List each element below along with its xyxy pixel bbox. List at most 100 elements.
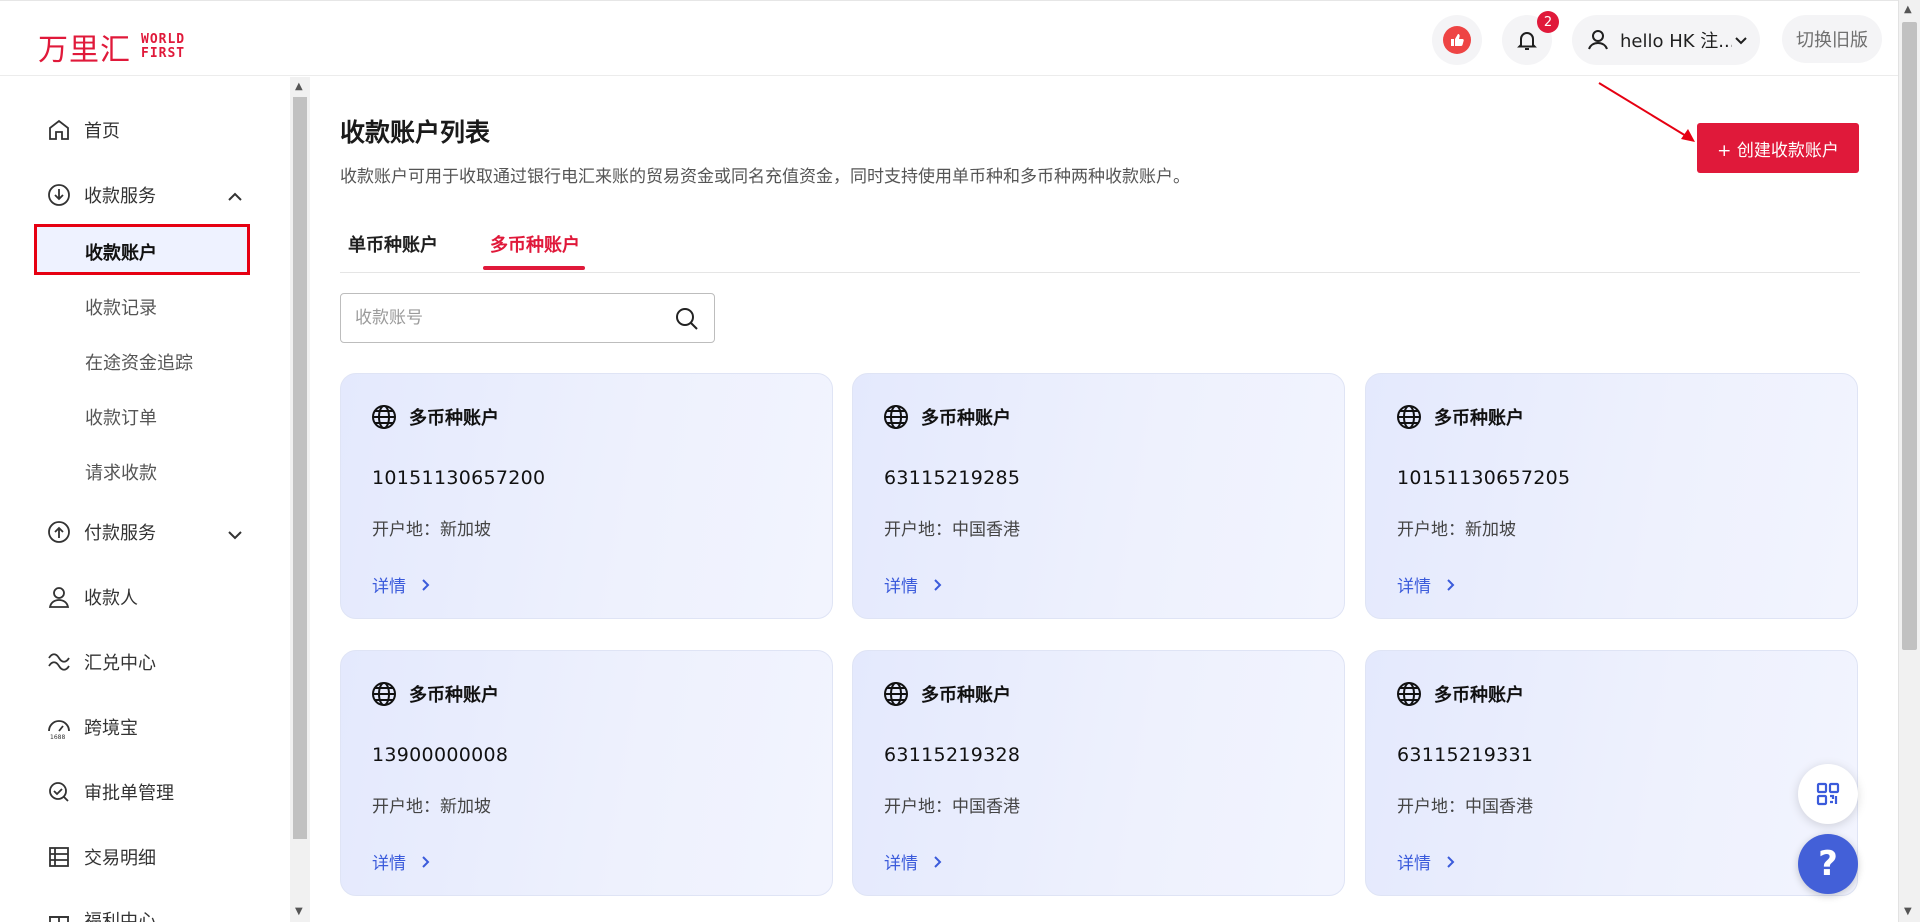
account-search bbox=[340, 293, 715, 343]
feedback-button[interactable] bbox=[1432, 15, 1482, 65]
account-type-tabs: 单币种账户 多币种账户 bbox=[340, 219, 1860, 273]
page-title: 收款账户列表 bbox=[340, 118, 491, 147]
scroll-down-icon[interactable]: ▼ bbox=[1904, 906, 1912, 917]
tab-multi-currency[interactable]: 多币种账户 bbox=[490, 231, 580, 257]
chevron-right-icon bbox=[422, 855, 430, 868]
account-location: 开户地：中国香港 bbox=[1397, 797, 1533, 817]
sidebar-item-transactions[interactable]: 交易明细 bbox=[46, 844, 156, 870]
account-card[interactable]: 多币种账户 63115219331 开户地：中国香港 详情 bbox=[1365, 650, 1858, 896]
sidebar-scroll-thumb[interactable] bbox=[293, 97, 307, 839]
logo-cn-text: 万里汇 bbox=[38, 33, 131, 68]
sidebar-item-request-payment[interactable]: 请求收款 bbox=[85, 459, 157, 485]
account-number: 13900000008 bbox=[372, 744, 509, 766]
main-content: 收款账户列表 收款账户可用于收取通过银行电汇来账的贸易资金或同名充值资金，同时支… bbox=[340, 77, 1860, 922]
detail-link[interactable]: 详情 bbox=[372, 572, 430, 597]
create-account-button[interactable]: + 创建收款账户 bbox=[1697, 123, 1859, 173]
detail-link[interactable]: 详情 bbox=[884, 849, 942, 874]
sidebar-item-receiving-account[interactable]: 收款账户 bbox=[34, 224, 250, 275]
exchange-icon bbox=[48, 653, 70, 671]
detail-link[interactable]: 详情 bbox=[884, 572, 942, 597]
gift-icon bbox=[49, 916, 69, 922]
sidebar-item-payee[interactable]: 收款人 bbox=[46, 584, 138, 610]
account-number: 10151130657200 bbox=[372, 467, 546, 489]
card-title: 多币种账户 bbox=[921, 685, 1011, 706]
account-number: 63115219285 bbox=[884, 467, 1021, 489]
tab-single-currency[interactable]: 单币种账户 bbox=[348, 231, 438, 257]
chevron-down-icon[interactable] bbox=[226, 526, 244, 544]
sidebar-item-home[interactable]: 首页 bbox=[46, 117, 120, 143]
home-icon bbox=[49, 119, 69, 140]
card-title: 多币种账户 bbox=[409, 685, 499, 706]
account-location: 开户地：中国香港 bbox=[884, 797, 1020, 817]
page-scrollbar[interactable]: ▲ ▼ bbox=[1898, 0, 1920, 922]
chevron-right-icon bbox=[934, 855, 942, 868]
account-card[interactable]: 多币种账户 13900000008 开户地：新加坡 详情 bbox=[340, 650, 833, 896]
annotation-arrow bbox=[1598, 82, 1695, 142]
chevron-right-icon bbox=[934, 578, 942, 591]
account-card[interactable]: 多币种账户 63115219328 开户地：中国香港 详情 bbox=[852, 650, 1345, 896]
card-title: 多币种账户 bbox=[409, 408, 499, 429]
top-header: 万里汇 WORLD FIRST 2 hello HK 注... 切换旧版 bbox=[0, 0, 1898, 76]
chevron-up-icon[interactable] bbox=[226, 188, 244, 206]
search-input[interactable] bbox=[355, 304, 655, 332]
sidebar-item-receiving-record[interactable]: 收款记录 bbox=[85, 294, 157, 320]
sidebar-item-receiving-order[interactable]: 收款订单 bbox=[85, 404, 157, 430]
sidebar-item-payment[interactable]: 付款服务 bbox=[46, 519, 156, 545]
sidebar-item-fund-tracking[interactable]: 在途资金追踪 bbox=[85, 349, 193, 375]
thumbs-up-icon bbox=[1443, 26, 1471, 54]
scroll-up-icon[interactable]: ▲ bbox=[1904, 4, 1912, 15]
detail-link[interactable]: 详情 bbox=[1397, 849, 1455, 874]
qr-code-button[interactable] bbox=[1798, 764, 1858, 824]
switch-old-version-button[interactable]: 切换旧版 bbox=[1782, 15, 1882, 63]
user-name: hello HK 注... bbox=[1620, 31, 1732, 52]
sidebar-item-benefits[interactable]: 福利中心 bbox=[46, 907, 156, 922]
sidebar-scrollbar[interactable]: ▲ ▼ bbox=[290, 77, 310, 922]
page-scroll-thumb[interactable] bbox=[1902, 22, 1917, 650]
notification-badge: 2 bbox=[1537, 11, 1559, 33]
account-location: 开户地：中国香港 bbox=[884, 520, 1020, 540]
help-button[interactable]: ? bbox=[1798, 834, 1858, 894]
chevron-right-icon bbox=[422, 578, 430, 591]
qr-code-icon bbox=[1816, 782, 1840, 806]
account-card[interactable]: 多币种账户 10151130657205 开户地：新加坡 详情 bbox=[1365, 373, 1858, 619]
sidebar-scroll-down-icon[interactable]: ▼ bbox=[295, 906, 303, 917]
upload-circle-icon bbox=[48, 521, 70, 543]
user-menu[interactable]: hello HK 注... bbox=[1572, 15, 1760, 65]
globe-icon bbox=[884, 682, 908, 706]
account-card[interactable]: 多币种账户 63115219285 开户地：中国香港 详情 bbox=[852, 373, 1345, 619]
sidebar-item-approval[interactable]: 审批单管理 bbox=[46, 779, 174, 805]
chevron-right-icon bbox=[1447, 578, 1455, 591]
detail-link[interactable]: 详情 bbox=[1397, 572, 1455, 597]
sidebar-item-exchange[interactable]: 汇兑中心 bbox=[46, 649, 156, 675]
account-location: 开户地：新加坡 bbox=[1397, 520, 1516, 540]
svg-text:1688: 1688 bbox=[50, 734, 65, 740]
brand-logo[interactable]: 万里汇 WORLD FIRST bbox=[38, 25, 185, 69]
account-number: 10151130657205 bbox=[1397, 467, 1571, 489]
page-description: 收款账户可用于收取通过银行电汇来账的贸易资金或同名充值资金，同时支持使用单币种和… bbox=[340, 167, 1190, 187]
search-icon[interactable] bbox=[674, 306, 700, 332]
account-location: 开户地：新加坡 bbox=[372, 797, 491, 817]
sidebar-item-collection[interactable]: 收款服务 bbox=[46, 182, 156, 208]
chevron-down-icon bbox=[1735, 37, 1747, 45]
sidebar-scroll-up-icon[interactable]: ▲ bbox=[295, 81, 303, 92]
download-circle-icon bbox=[48, 184, 70, 206]
logo-en-text: WORLD FIRST bbox=[141, 32, 186, 61]
approval-icon bbox=[49, 782, 69, 802]
sidebar-item-crossborder[interactable]: 1688 跨境宝 bbox=[46, 714, 138, 740]
chevron-right-icon bbox=[1447, 855, 1455, 868]
globe-icon bbox=[1397, 682, 1421, 706]
detail-link[interactable]: 详情 bbox=[372, 849, 430, 874]
account-location: 开户地：新加坡 bbox=[372, 520, 491, 540]
list-icon bbox=[49, 847, 69, 867]
globe-icon bbox=[884, 405, 908, 429]
active-tab-indicator bbox=[483, 266, 585, 270]
person-icon bbox=[48, 587, 70, 608]
card-title: 多币种账户 bbox=[1434, 408, 1524, 429]
bell-icon bbox=[1517, 32, 1537, 50]
gauge-1688-icon: 1688 bbox=[48, 720, 70, 740]
card-title: 多币种账户 bbox=[1434, 685, 1524, 706]
account-card[interactable]: 多币种账户 10151130657200 开户地：新加坡 详情 bbox=[340, 373, 833, 619]
globe-icon bbox=[1397, 405, 1421, 429]
account-number: 63115219331 bbox=[1397, 744, 1534, 766]
globe-icon bbox=[372, 405, 396, 429]
